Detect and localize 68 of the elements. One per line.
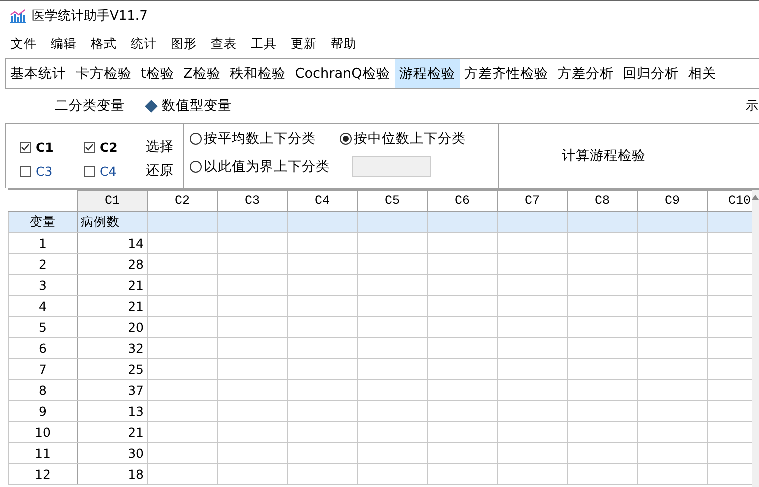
table-cell[interactable]: 32	[78, 338, 148, 358]
column-checkbox[interactable]: C3	[20, 162, 84, 180]
tab[interactable]: CochranQ检验	[290, 59, 395, 88]
row-number: 5	[8, 316, 78, 338]
split-radio[interactable]: 按平均数上下分类	[190, 130, 340, 148]
row-number: 10	[8, 422, 78, 442]
row-number: 6	[8, 338, 78, 358]
table-cell[interactable]: 13	[78, 400, 148, 422]
column-header[interactable]: C1	[78, 190, 148, 212]
menu-item[interactable]: 格式	[91, 36, 117, 52]
row-number: 3	[8, 274, 78, 296]
row-number: 11	[8, 442, 78, 464]
row-number: 9	[8, 400, 78, 422]
tab[interactable]: 卡方检验	[71, 59, 136, 88]
variable-name-cell[interactable]: 病例数	[78, 212, 148, 232]
column-checkbox[interactable]: C1	[20, 138, 84, 156]
table-cell[interactable]: 20	[78, 316, 148, 338]
checkmark-icon	[21, 142, 30, 152]
window-title: 医学统计助手V11.7	[32, 8, 148, 24]
row-number: 12	[8, 464, 78, 484]
tab[interactable]: 基本统计	[6, 59, 72, 88]
column-checkbox[interactable]: C2	[84, 138, 146, 156]
table-cell[interactable]: 21	[78, 422, 148, 442]
table-cell[interactable]: 14	[78, 232, 148, 254]
row-header: 变量	[8, 212, 78, 232]
split-radio[interactable]: 以此值为界上下分类	[190, 156, 340, 177]
table-cell[interactable]: 21	[78, 296, 148, 316]
example-link[interactable]: 示	[746, 98, 759, 114]
tab[interactable]: 相关	[684, 59, 721, 88]
variable-type-option[interactable]: 数值型变量	[147, 97, 232, 115]
table-cell[interactable]: 30	[78, 442, 148, 464]
menu-item[interactable]: 工具	[251, 36, 277, 52]
tab[interactable]: Z检验	[178, 59, 226, 88]
table-cell[interactable]: 21	[78, 274, 148, 296]
select-button[interactable]: 还原	[146, 162, 186, 180]
split-radio[interactable]: 按中位数上下分类	[340, 130, 500, 148]
menu-item[interactable]: 编辑	[51, 36, 77, 52]
menu-item[interactable]: 图形	[171, 36, 197, 52]
column-checkbox[interactable]: C4	[84, 162, 146, 180]
menu-item[interactable]: 更新	[291, 36, 317, 52]
row-number: 1	[8, 232, 78, 254]
radio-icon[interactable]	[340, 133, 352, 145]
table-cell[interactable]: 28	[78, 254, 148, 274]
radio-icon[interactable]	[190, 160, 202, 172]
scroll-up-icon[interactable]	[752, 195, 759, 200]
menu-item[interactable]: 查表	[211, 36, 237, 52]
menu-item[interactable]: 文件	[11, 36, 37, 52]
tab[interactable]: 游程检验	[394, 59, 460, 88]
run-test-button[interactable]: 计算游程检验	[554, 143, 654, 169]
tab[interactable]: 秩和检验	[225, 59, 291, 88]
row-number: 8	[8, 380, 78, 400]
select-button[interactable]: 选择	[146, 138, 186, 156]
tab[interactable]: 回归分析	[618, 59, 684, 88]
row-number: 2	[8, 254, 78, 274]
table-cell[interactable]: 25	[78, 358, 148, 380]
row-number: 7	[8, 358, 78, 380]
table-cell[interactable]: 37	[78, 380, 148, 400]
table-cell[interactable]: 18	[78, 464, 148, 484]
tab[interactable]: 方差分析	[553, 59, 618, 88]
row-number: 4	[8, 296, 78, 316]
menu-item[interactable]: 帮助	[331, 36, 357, 52]
tab[interactable]: t检验	[136, 59, 179, 88]
app-logo-icon	[10, 8, 26, 22]
variable-type-option[interactable]: 二分类变量	[40, 97, 125, 115]
menu-item[interactable]: 统计	[131, 36, 157, 52]
tab[interactable]: 方差齐性检验	[460, 59, 554, 88]
checkmark-icon	[85, 142, 94, 152]
radio-icon[interactable]	[190, 133, 202, 145]
